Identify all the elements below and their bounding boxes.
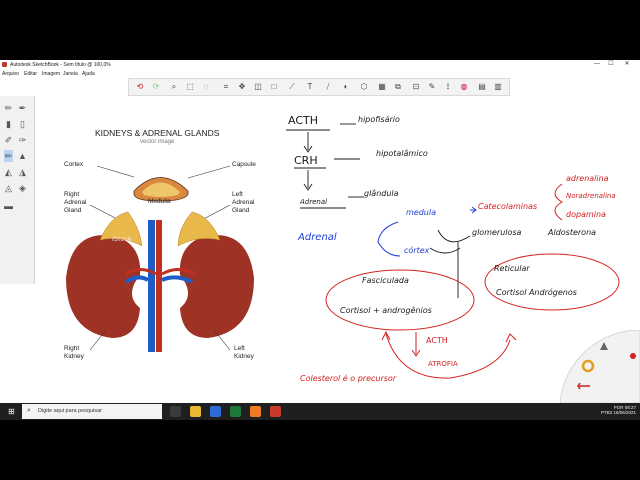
note-adrenalina: adrenalina <box>566 174 609 183</box>
note-noradrenalina: Noradrenalina <box>566 192 616 200</box>
note-catecolaminas: Catecolaminas <box>478 202 538 211</box>
sketchbook-icon[interactable] <box>250 406 261 417</box>
windows-start-icon[interactable]: ⊞ <box>6 406 17 417</box>
keyboard-indicator[interactable]: PTB2 <box>601 410 612 415</box>
note-cortex: córtex <box>404 246 430 255</box>
lagoon-menu <box>560 330 640 403</box>
note-colesterol: Colesterol é o precursor <box>300 374 397 383</box>
note-medula: medula <box>406 208 436 217</box>
note-hipofisario: hipofisário <box>358 115 400 124</box>
system-tray: POR 08:27 PTB2 16/06/2021 <box>601 405 636 415</box>
search-icon: ⌕ <box>27 407 31 414</box>
note-glomerulosa: glomerulosa <box>472 228 522 237</box>
record-icon[interactable] <box>630 353 636 359</box>
task-view-icon[interactable] <box>170 406 181 417</box>
note-aldosterona: Aldosterona <box>548 228 597 237</box>
note-acth-2: ACTH <box>426 336 448 345</box>
note-crh: CRH <box>294 154 318 167</box>
word-icon[interactable] <box>210 406 221 417</box>
note-acth: ACTH <box>288 114 319 127</box>
excel-icon[interactable] <box>230 406 241 417</box>
search-placeholder: Digite aqui para pesquisar <box>38 408 102 414</box>
search-box[interactable]: ⌕ Digite aqui para pesquisar <box>22 404 162 419</box>
note-reticular: Reticular <box>494 264 530 273</box>
note-fasciculada: Fasciculada <box>362 276 409 285</box>
windows-taskbar: ⊞ ⌕ Digite aqui para pesquisar POR 08:27… <box>0 403 640 420</box>
note-dopamina: dopamina <box>566 210 606 219</box>
note-cortisol-androgenios-2: Cortisol Andrógenos <box>496 288 577 297</box>
file-explorer-icon[interactable] <box>190 406 201 417</box>
sketchbook-window: Autodesk SketchBook - Sem título @ 100,0… <box>0 60 640 403</box>
note-cortisol-androgenios-1: Cortisol + androgênios <box>340 306 432 315</box>
note-adrenal-small: Adrenal <box>300 198 328 206</box>
note-glandula: glândula <box>364 189 399 198</box>
note-atrofia: ATROFIA <box>428 360 458 368</box>
chrome-icon[interactable] <box>270 406 281 417</box>
note-adrenal: Adrenal <box>298 232 337 243</box>
clock-date[interactable]: 16/06/2021 <box>613 410 636 415</box>
note-hipotalamico: hipotalâmico <box>376 149 428 158</box>
